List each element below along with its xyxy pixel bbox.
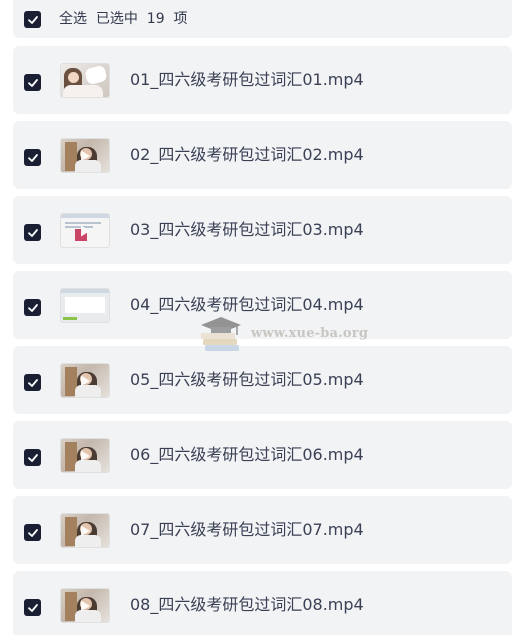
file-row[interactable]: 08_四六级考研包过词汇08.mp4	[13, 571, 512, 635]
play-icon	[81, 300, 90, 311]
checkmark-icon	[27, 303, 38, 312]
checkmark-icon	[27, 453, 38, 462]
checkmark-icon	[27, 378, 38, 387]
play-icon	[81, 150, 90, 161]
file-checkbox[interactable]	[24, 599, 41, 616]
file-name[interactable]: 04_四六级考研包过词汇04.mp4	[130, 295, 364, 315]
file-checkbox[interactable]	[24, 149, 41, 166]
file-name[interactable]: 05_四六级考研包过词汇05.mp4	[130, 370, 364, 390]
video-thumbnail[interactable]	[60, 363, 110, 398]
file-checkbox[interactable]	[24, 224, 41, 241]
file-selection-list: 全选 已选中 19 项 01_四六级考研包过词汇01.mp4 02_四六级考研包…	[0, 0, 512, 635]
video-thumbnail[interactable]	[60, 213, 110, 248]
checkmark-icon	[27, 228, 38, 237]
video-thumbnail[interactable]	[60, 288, 110, 323]
checkmark-icon	[27, 78, 38, 87]
video-thumbnail[interactable]	[60, 138, 110, 173]
select-all-checkbox[interactable]	[24, 11, 41, 28]
file-row[interactable]: 07_四六级考研包过词汇07.mp4	[13, 496, 512, 564]
file-row[interactable]: 02_四六级考研包过词汇02.mp4	[13, 121, 512, 189]
file-row[interactable]: 01_四六级考研包过词汇01.mp4	[13, 46, 512, 114]
checkmark-icon	[27, 528, 38, 537]
video-thumbnail[interactable]	[60, 513, 110, 548]
checkmark-icon	[27, 153, 38, 162]
play-icon	[81, 525, 90, 536]
play-icon	[81, 225, 90, 236]
watermark-text: www.xue-ba.org	[251, 326, 369, 341]
file-name[interactable]: 08_四六级考研包过词汇08.mp4	[130, 595, 364, 615]
watermark: www.xue-ba.org	[199, 315, 374, 357]
file-name[interactable]: 06_四六级考研包过词汇06.mp4	[130, 445, 364, 465]
video-thumbnail[interactable]	[60, 63, 110, 98]
select-all-label: 全选 已选中 19 项	[59, 11, 188, 27]
play-icon	[81, 600, 90, 611]
file-checkbox[interactable]	[24, 374, 41, 391]
graduation-cap-books-icon	[201, 317, 241, 351]
file-row[interactable]: 03_四六级考研包过词汇03.mp4	[13, 196, 512, 264]
checkmark-icon	[27, 603, 38, 612]
file-name[interactable]: 02_四六级考研包过词汇02.mp4	[130, 145, 364, 165]
play-icon	[81, 450, 90, 461]
file-checkbox[interactable]	[24, 74, 41, 91]
video-thumbnail[interactable]	[60, 588, 110, 623]
file-row[interactable]: 06_四六级考研包过词汇06.mp4	[13, 421, 512, 489]
file-name[interactable]: 03_四六级考研包过词汇03.mp4	[130, 220, 364, 240]
file-checkbox[interactable]	[24, 449, 41, 466]
file-checkbox[interactable]	[24, 524, 41, 541]
checkmark-icon	[27, 15, 38, 24]
file-checkbox[interactable]	[24, 299, 41, 316]
file-name[interactable]: 01_四六级考研包过词汇01.mp4	[130, 70, 364, 90]
video-thumbnail[interactable]	[60, 438, 110, 473]
file-name[interactable]: 07_四六级考研包过词汇07.mp4	[130, 520, 364, 540]
play-icon	[81, 375, 90, 386]
selection-header: 全选 已选中 19 项	[13, 0, 512, 38]
